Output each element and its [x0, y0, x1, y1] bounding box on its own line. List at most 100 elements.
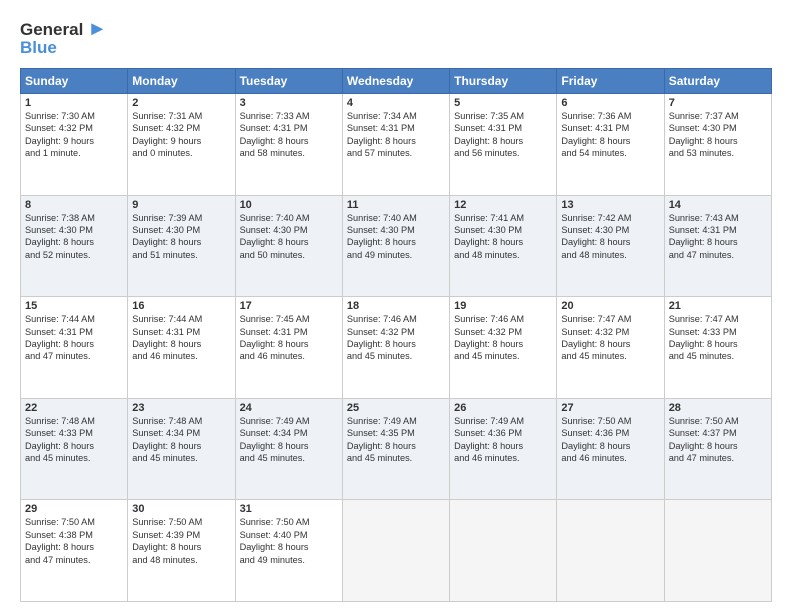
- day-info: Sunrise: 7:42 AMSunset: 4:30 PMDaylight:…: [561, 212, 659, 262]
- day-info: Sunrise: 7:46 AMSunset: 4:32 PMDaylight:…: [454, 313, 552, 363]
- day-info: Sunrise: 7:50 AMSunset: 4:38 PMDaylight:…: [25, 516, 123, 566]
- header-cell-sunday: Sunday: [21, 69, 128, 94]
- calendar-cell: 16Sunrise: 7:44 AMSunset: 4:31 PMDayligh…: [128, 297, 235, 399]
- calendar-cell: 1Sunrise: 7:30 AMSunset: 4:32 PMDaylight…: [21, 94, 128, 196]
- day-info: Sunrise: 7:50 AMSunset: 4:40 PMDaylight:…: [240, 516, 338, 566]
- day-info: Sunrise: 7:44 AMSunset: 4:31 PMDaylight:…: [132, 313, 230, 363]
- calendar-cell: 27Sunrise: 7:50 AMSunset: 4:36 PMDayligh…: [557, 398, 664, 500]
- calendar-cell: 23Sunrise: 7:48 AMSunset: 4:34 PMDayligh…: [128, 398, 235, 500]
- day-number: 1: [25, 97, 123, 109]
- day-number: 5: [454, 97, 552, 109]
- day-number: 31: [240, 503, 338, 515]
- calendar-cell: 11Sunrise: 7:40 AMSunset: 4:30 PMDayligh…: [342, 195, 449, 297]
- calendar-row: 1Sunrise: 7:30 AMSunset: 4:32 PMDaylight…: [21, 94, 772, 196]
- day-number: 2: [132, 97, 230, 109]
- day-info: Sunrise: 7:46 AMSunset: 4:32 PMDaylight:…: [347, 313, 445, 363]
- day-number: 23: [132, 402, 230, 414]
- header-cell-wednesday: Wednesday: [342, 69, 449, 94]
- day-number: 14: [669, 199, 767, 211]
- day-number: 18: [347, 300, 445, 312]
- day-number: 11: [347, 199, 445, 211]
- calendar-cell: 10Sunrise: 7:40 AMSunset: 4:30 PMDayligh…: [235, 195, 342, 297]
- calendar-cell: 5Sunrise: 7:35 AMSunset: 4:31 PMDaylight…: [450, 94, 557, 196]
- calendar-cell: 28Sunrise: 7:50 AMSunset: 4:37 PMDayligh…: [664, 398, 771, 500]
- day-info: Sunrise: 7:44 AMSunset: 4:31 PMDaylight:…: [25, 313, 123, 363]
- calendar-header: SundayMondayTuesdayWednesdayThursdayFrid…: [21, 69, 772, 94]
- calendar-cell: [664, 500, 771, 602]
- day-number: 17: [240, 300, 338, 312]
- header-cell-saturday: Saturday: [664, 69, 771, 94]
- day-info: Sunrise: 7:47 AMSunset: 4:33 PMDaylight:…: [669, 313, 767, 363]
- day-number: 19: [454, 300, 552, 312]
- calendar-table: SundayMondayTuesdayWednesdayThursdayFrid…: [20, 68, 772, 602]
- day-number: 20: [561, 300, 659, 312]
- calendar-cell: 14Sunrise: 7:43 AMSunset: 4:31 PMDayligh…: [664, 195, 771, 297]
- day-number: 15: [25, 300, 123, 312]
- day-info: Sunrise: 7:48 AMSunset: 4:34 PMDaylight:…: [132, 415, 230, 465]
- day-info: Sunrise: 7:39 AMSunset: 4:30 PMDaylight:…: [132, 212, 230, 262]
- day-info: Sunrise: 7:35 AMSunset: 4:31 PMDaylight:…: [454, 110, 552, 160]
- day-info: Sunrise: 7:38 AMSunset: 4:30 PMDaylight:…: [25, 212, 123, 262]
- calendar-cell: 31Sunrise: 7:50 AMSunset: 4:40 PMDayligh…: [235, 500, 342, 602]
- logo-arrow-icon: ►: [87, 18, 107, 41]
- header-row: SundayMondayTuesdayWednesdayThursdayFrid…: [21, 69, 772, 94]
- day-info: Sunrise: 7:40 AMSunset: 4:30 PMDaylight:…: [347, 212, 445, 262]
- day-info: Sunrise: 7:31 AMSunset: 4:32 PMDaylight:…: [132, 110, 230, 160]
- calendar-cell: 29Sunrise: 7:50 AMSunset: 4:38 PMDayligh…: [21, 500, 128, 602]
- calendar-cell: 8Sunrise: 7:38 AMSunset: 4:30 PMDaylight…: [21, 195, 128, 297]
- calendar-row: 15Sunrise: 7:44 AMSunset: 4:31 PMDayligh…: [21, 297, 772, 399]
- calendar-cell: 19Sunrise: 7:46 AMSunset: 4:32 PMDayligh…: [450, 297, 557, 399]
- day-number: 22: [25, 402, 123, 414]
- day-info: Sunrise: 7:41 AMSunset: 4:30 PMDaylight:…: [454, 212, 552, 262]
- day-info: Sunrise: 7:37 AMSunset: 4:30 PMDaylight:…: [669, 110, 767, 160]
- day-info: Sunrise: 7:34 AMSunset: 4:31 PMDaylight:…: [347, 110, 445, 160]
- day-info: Sunrise: 7:33 AMSunset: 4:31 PMDaylight:…: [240, 110, 338, 160]
- day-number: 9: [132, 199, 230, 211]
- calendar-cell: 18Sunrise: 7:46 AMSunset: 4:32 PMDayligh…: [342, 297, 449, 399]
- day-info: Sunrise: 7:49 AMSunset: 4:34 PMDaylight:…: [240, 415, 338, 465]
- calendar-cell: 13Sunrise: 7:42 AMSunset: 4:30 PMDayligh…: [557, 195, 664, 297]
- calendar-cell: 9Sunrise: 7:39 AMSunset: 4:30 PMDaylight…: [128, 195, 235, 297]
- calendar-cell: 30Sunrise: 7:50 AMSunset: 4:39 PMDayligh…: [128, 500, 235, 602]
- day-number: 4: [347, 97, 445, 109]
- day-number: 21: [669, 300, 767, 312]
- calendar-cell: 20Sunrise: 7:47 AMSunset: 4:32 PMDayligh…: [557, 297, 664, 399]
- day-number: 30: [132, 503, 230, 515]
- day-number: 25: [347, 402, 445, 414]
- day-number: 10: [240, 199, 338, 211]
- calendar-cell: 7Sunrise: 7:37 AMSunset: 4:30 PMDaylight…: [664, 94, 771, 196]
- day-number: 3: [240, 97, 338, 109]
- calendar-cell: 2Sunrise: 7:31 AMSunset: 4:32 PMDaylight…: [128, 94, 235, 196]
- day-number: 13: [561, 199, 659, 211]
- day-info: Sunrise: 7:50 AMSunset: 4:37 PMDaylight:…: [669, 415, 767, 465]
- calendar-body: 1Sunrise: 7:30 AMSunset: 4:32 PMDaylight…: [21, 94, 772, 602]
- calendar-cell: 3Sunrise: 7:33 AMSunset: 4:31 PMDaylight…: [235, 94, 342, 196]
- calendar-cell: 26Sunrise: 7:49 AMSunset: 4:36 PMDayligh…: [450, 398, 557, 500]
- day-number: 8: [25, 199, 123, 211]
- calendar-cell: 25Sunrise: 7:49 AMSunset: 4:35 PMDayligh…: [342, 398, 449, 500]
- day-number: 28: [669, 402, 767, 414]
- calendar-cell: [342, 500, 449, 602]
- header: General ► Blue: [20, 18, 772, 58]
- calendar-row: 29Sunrise: 7:50 AMSunset: 4:38 PMDayligh…: [21, 500, 772, 602]
- calendar-cell: [557, 500, 664, 602]
- day-info: Sunrise: 7:49 AMSunset: 4:35 PMDaylight:…: [347, 415, 445, 465]
- page: General ► Blue SundayMondayTuesdayWednes…: [0, 0, 792, 612]
- day-number: 16: [132, 300, 230, 312]
- logo: General ► Blue: [20, 18, 107, 58]
- day-info: Sunrise: 7:43 AMSunset: 4:31 PMDaylight:…: [669, 212, 767, 262]
- header-cell-monday: Monday: [128, 69, 235, 94]
- calendar-cell: 12Sunrise: 7:41 AMSunset: 4:30 PMDayligh…: [450, 195, 557, 297]
- calendar-cell: 6Sunrise: 7:36 AMSunset: 4:31 PMDaylight…: [557, 94, 664, 196]
- header-cell-tuesday: Tuesday: [235, 69, 342, 94]
- day-number: 26: [454, 402, 552, 414]
- day-info: Sunrise: 7:48 AMSunset: 4:33 PMDaylight:…: [25, 415, 123, 465]
- day-info: Sunrise: 7:49 AMSunset: 4:36 PMDaylight:…: [454, 415, 552, 465]
- day-info: Sunrise: 7:40 AMSunset: 4:30 PMDaylight:…: [240, 212, 338, 262]
- calendar-cell: 17Sunrise: 7:45 AMSunset: 4:31 PMDayligh…: [235, 297, 342, 399]
- calendar-cell: 21Sunrise: 7:47 AMSunset: 4:33 PMDayligh…: [664, 297, 771, 399]
- header-cell-thursday: Thursday: [450, 69, 557, 94]
- header-cell-friday: Friday: [557, 69, 664, 94]
- day-info: Sunrise: 7:50 AMSunset: 4:36 PMDaylight:…: [561, 415, 659, 465]
- logo-general: General: [20, 20, 83, 40]
